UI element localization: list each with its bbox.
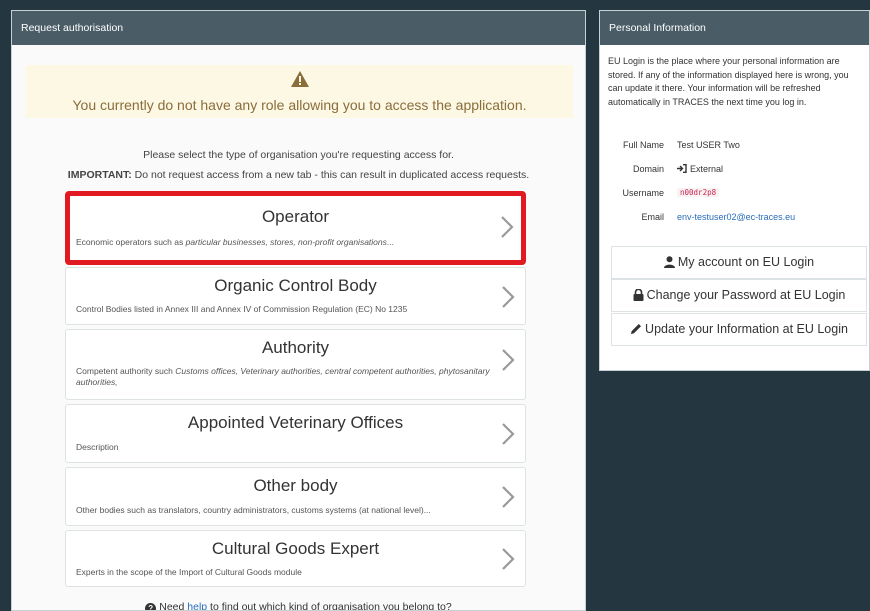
org-card-other-body[interactable]: Other body Other bodies such as translat… bbox=[65, 467, 526, 526]
domain-value: External bbox=[690, 164, 724, 174]
update-information-label: Update your Information at EU Login bbox=[645, 322, 848, 336]
select-instruction: Please select the type of organisation y… bbox=[143, 149, 454, 161]
panel-body: You currently do not have any role allow… bbox=[12, 45, 585, 610]
important-message: Do not request access from a new tab - t… bbox=[131, 169, 530, 181]
chevron-right-icon bbox=[502, 548, 515, 570]
user-icon bbox=[663, 256, 675, 268]
panel-title: Personal Information bbox=[600, 11, 869, 45]
sign-in-icon bbox=[677, 164, 687, 173]
org-card-operator[interactable]: Operator Economic operators such as part… bbox=[65, 191, 526, 265]
domain-value-wrapper: External bbox=[677, 164, 723, 174]
org-card-organic-control-body[interactable]: Organic Control Body Control Bodies list… bbox=[65, 267, 526, 325]
email-value[interactable]: env-testuser02@ec-traces.eu bbox=[677, 212, 795, 222]
warning-message: You currently do not have any role allow… bbox=[72, 97, 527, 113]
org-card-cultural-goods-expert[interactable]: Cultural Goods Expert Experts in the sco… bbox=[65, 530, 526, 587]
org-title: Cultural Goods Expert bbox=[211, 539, 380, 558]
help-link[interactable]: help bbox=[187, 601, 207, 610]
important-label: IMPORTANT: bbox=[67, 169, 132, 181]
change-password-label: Change your Password at EU Login bbox=[646, 288, 846, 302]
chevron-right-icon bbox=[501, 216, 514, 238]
help-suffix: to find out which kind of organisation y… bbox=[207, 601, 452, 611]
org-title: Authority bbox=[261, 338, 330, 357]
pencil-icon bbox=[631, 324, 642, 334]
important-notice: IMPORTANT: Do not request access from a … bbox=[12, 169, 585, 181]
username-label: Username bbox=[622, 188, 664, 198]
org-card-authority[interactable]: Authority Competent authority such Custo… bbox=[65, 329, 526, 400]
info-description: EU Login is the place where your persona… bbox=[608, 56, 849, 107]
help-line: ? Need help to find out which kind of org… bbox=[12, 601, 585, 611]
request-authorisation-panel: Request authorisation You currently do n… bbox=[11, 10, 586, 611]
full-name-label: Full Name bbox=[622, 140, 664, 150]
org-title: Appointed Veterinary Offices bbox=[187, 413, 404, 432]
org-card-appointed-veterinary-offices[interactable]: Appointed Veterinary Offices Description bbox=[65, 404, 526, 463]
chevron-right-icon bbox=[502, 349, 515, 371]
email-label: Email bbox=[641, 212, 664, 222]
my-account-label: My account on EU Login bbox=[677, 255, 815, 269]
org-description: Competent authority such Customs offices… bbox=[76, 366, 490, 387]
personal-information-panel: Personal Information EU Login is the pla… bbox=[599, 10, 870, 371]
org-description: Experts in the scope of the Import of Cu… bbox=[76, 567, 302, 577]
warning-triangle-icon bbox=[290, 71, 309, 87]
full-name-value: Test USER Two bbox=[677, 140, 740, 150]
help-prefix: Need bbox=[159, 601, 188, 611]
change-password-button[interactable]: Change your Password at EU Login bbox=[611, 279, 867, 312]
chevron-right-icon bbox=[502, 286, 515, 308]
org-title: Organic Control Body bbox=[214, 276, 377, 295]
username-value: n00dr2p8 bbox=[677, 188, 720, 197]
org-description: Economic operators such as particular bu… bbox=[76, 237, 394, 247]
org-title: Operator bbox=[261, 207, 330, 226]
chevron-right-icon bbox=[502, 486, 515, 508]
org-description: Other bodies such as translators, countr… bbox=[76, 505, 431, 515]
question-circle-icon: ? bbox=[145, 603, 157, 610]
chevron-right-icon bbox=[502, 423, 515, 445]
panel-title: Request authorisation bbox=[12, 11, 585, 45]
org-description: Description bbox=[76, 442, 119, 452]
org-title: Other body bbox=[253, 476, 338, 495]
org-description: Control Bodies listed in Annex III and A… bbox=[76, 304, 408, 314]
my-account-button[interactable]: My account on EU Login bbox=[611, 246, 867, 279]
lock-icon bbox=[633, 288, 644, 301]
warning-alert: You currently do not have any role allow… bbox=[26, 65, 573, 118]
domain-label: Domain bbox=[632, 164, 664, 174]
update-information-button[interactable]: Update your Information at EU Login bbox=[611, 313, 867, 346]
